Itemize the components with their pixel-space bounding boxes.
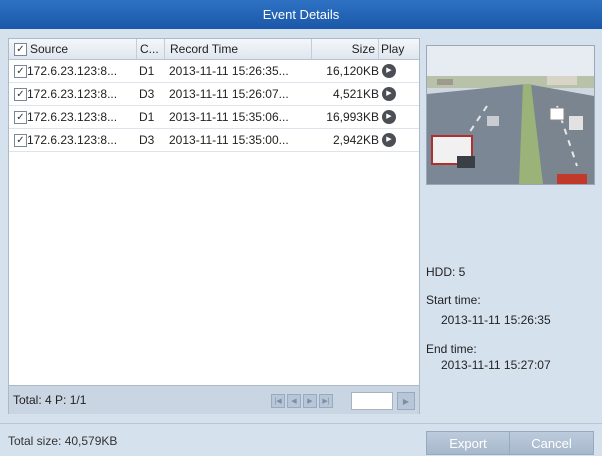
row-checkbox[interactable]: ✓ — [14, 65, 27, 78]
cancel-button[interactable]: Cancel — [509, 431, 594, 455]
row-record-time: 2013-11-11 15:26:07... — [169, 87, 289, 101]
header-channel-label: C... — [140, 42, 159, 56]
next-page-icon[interactable]: ▶ — [303, 394, 317, 408]
row-checkbox[interactable]: ✓ — [14, 111, 27, 124]
end-time-label: End time: — [426, 342, 477, 356]
header-size[interactable]: Size — [312, 39, 379, 59]
row-size: 4,521KB — [332, 87, 379, 101]
go-icon[interactable]: ▶ — [397, 392, 415, 410]
last-page-icon[interactable]: ▶| — [319, 394, 333, 408]
header-source-label: Source — [30, 42, 69, 56]
row-source: 172.6.23.123:8... — [27, 133, 118, 147]
header-record-time[interactable]: Record Time — [165, 39, 312, 59]
play-icon[interactable]: ▶ — [382, 64, 396, 78]
start-time-value: 2013-11-11 15:26:35 — [441, 313, 551, 327]
row-size: 2,942KB — [332, 133, 379, 147]
row-channel: D3 — [139, 87, 155, 101]
end-time-value: 2013-11-11 15:27:07 — [441, 358, 551, 372]
table-row[interactable]: ✓ 172.6.23.123:8... D3 2013-11-11 15:35:… — [9, 129, 419, 152]
table-row[interactable]: ✓ 172.6.23.123:8... D3 2013-11-11 15:26:… — [9, 83, 419, 106]
hdd-label: HDD: 5 — [426, 265, 466, 279]
start-time-label: Start time: — [426, 293, 481, 307]
row-checkbox[interactable]: ✓ — [14, 134, 27, 147]
row-record-time: 2013-11-11 15:26:35... — [169, 64, 289, 78]
page-number-input[interactable] — [351, 392, 393, 410]
table-row[interactable]: ✓ 172.6.23.123:8... D1 2013-11-11 15:35:… — [9, 106, 419, 129]
highway-thumbnail — [427, 46, 594, 184]
export-button[interactable]: Export — [426, 431, 510, 455]
header-play[interactable]: Play — [379, 39, 419, 59]
row-checkbox[interactable]: ✓ — [14, 88, 27, 101]
header-size-label: Size — [351, 42, 375, 56]
video-preview — [426, 45, 595, 185]
row-channel: D1 — [139, 110, 155, 124]
pagination-bar: Total: 4 P: 1/1 |◀ ◀ ▶ ▶| ▶ — [9, 385, 419, 414]
footer-divider — [0, 423, 602, 424]
row-source: 172.6.23.123:8... — [27, 64, 118, 78]
row-record-time: 2013-11-11 15:35:06... — [169, 110, 289, 124]
play-icon[interactable]: ▶ — [382, 133, 396, 147]
event-table: ✓ Source C... Record Time Size Play ✓ 17… — [8, 38, 420, 414]
header-record-time-label: Record Time — [170, 42, 239, 56]
pagination-summary: Total: 4 P: 1/1 — [13, 393, 87, 407]
header-source[interactable]: ✓ Source — [9, 39, 137, 59]
total-size-label: Total size: 40,579KB — [8, 434, 118, 448]
table-header: ✓ Source C... Record Time Size Play — [9, 39, 419, 60]
dialog-title: Event Details — [0, 0, 602, 29]
row-channel: D3 — [139, 133, 155, 147]
row-size: 16,993KB — [326, 110, 379, 124]
row-source: 172.6.23.123:8... — [27, 87, 118, 101]
row-record-time: 2013-11-11 15:35:00... — [169, 133, 289, 147]
play-icon[interactable]: ▶ — [382, 110, 396, 124]
select-all-checkbox[interactable]: ✓ — [14, 43, 27, 56]
play-icon[interactable]: ▶ — [382, 87, 396, 101]
table-row[interactable]: ✓ 172.6.23.123:8... D1 2013-11-11 15:26:… — [9, 60, 419, 83]
first-page-icon[interactable]: |◀ — [271, 394, 285, 408]
row-source: 172.6.23.123:8... — [27, 110, 118, 124]
row-size: 16,120KB — [326, 64, 379, 78]
row-channel: D1 — [139, 64, 155, 78]
prev-page-icon[interactable]: ◀ — [287, 394, 301, 408]
header-channel[interactable]: C... — [137, 39, 165, 59]
header-play-label: Play — [381, 42, 405, 56]
